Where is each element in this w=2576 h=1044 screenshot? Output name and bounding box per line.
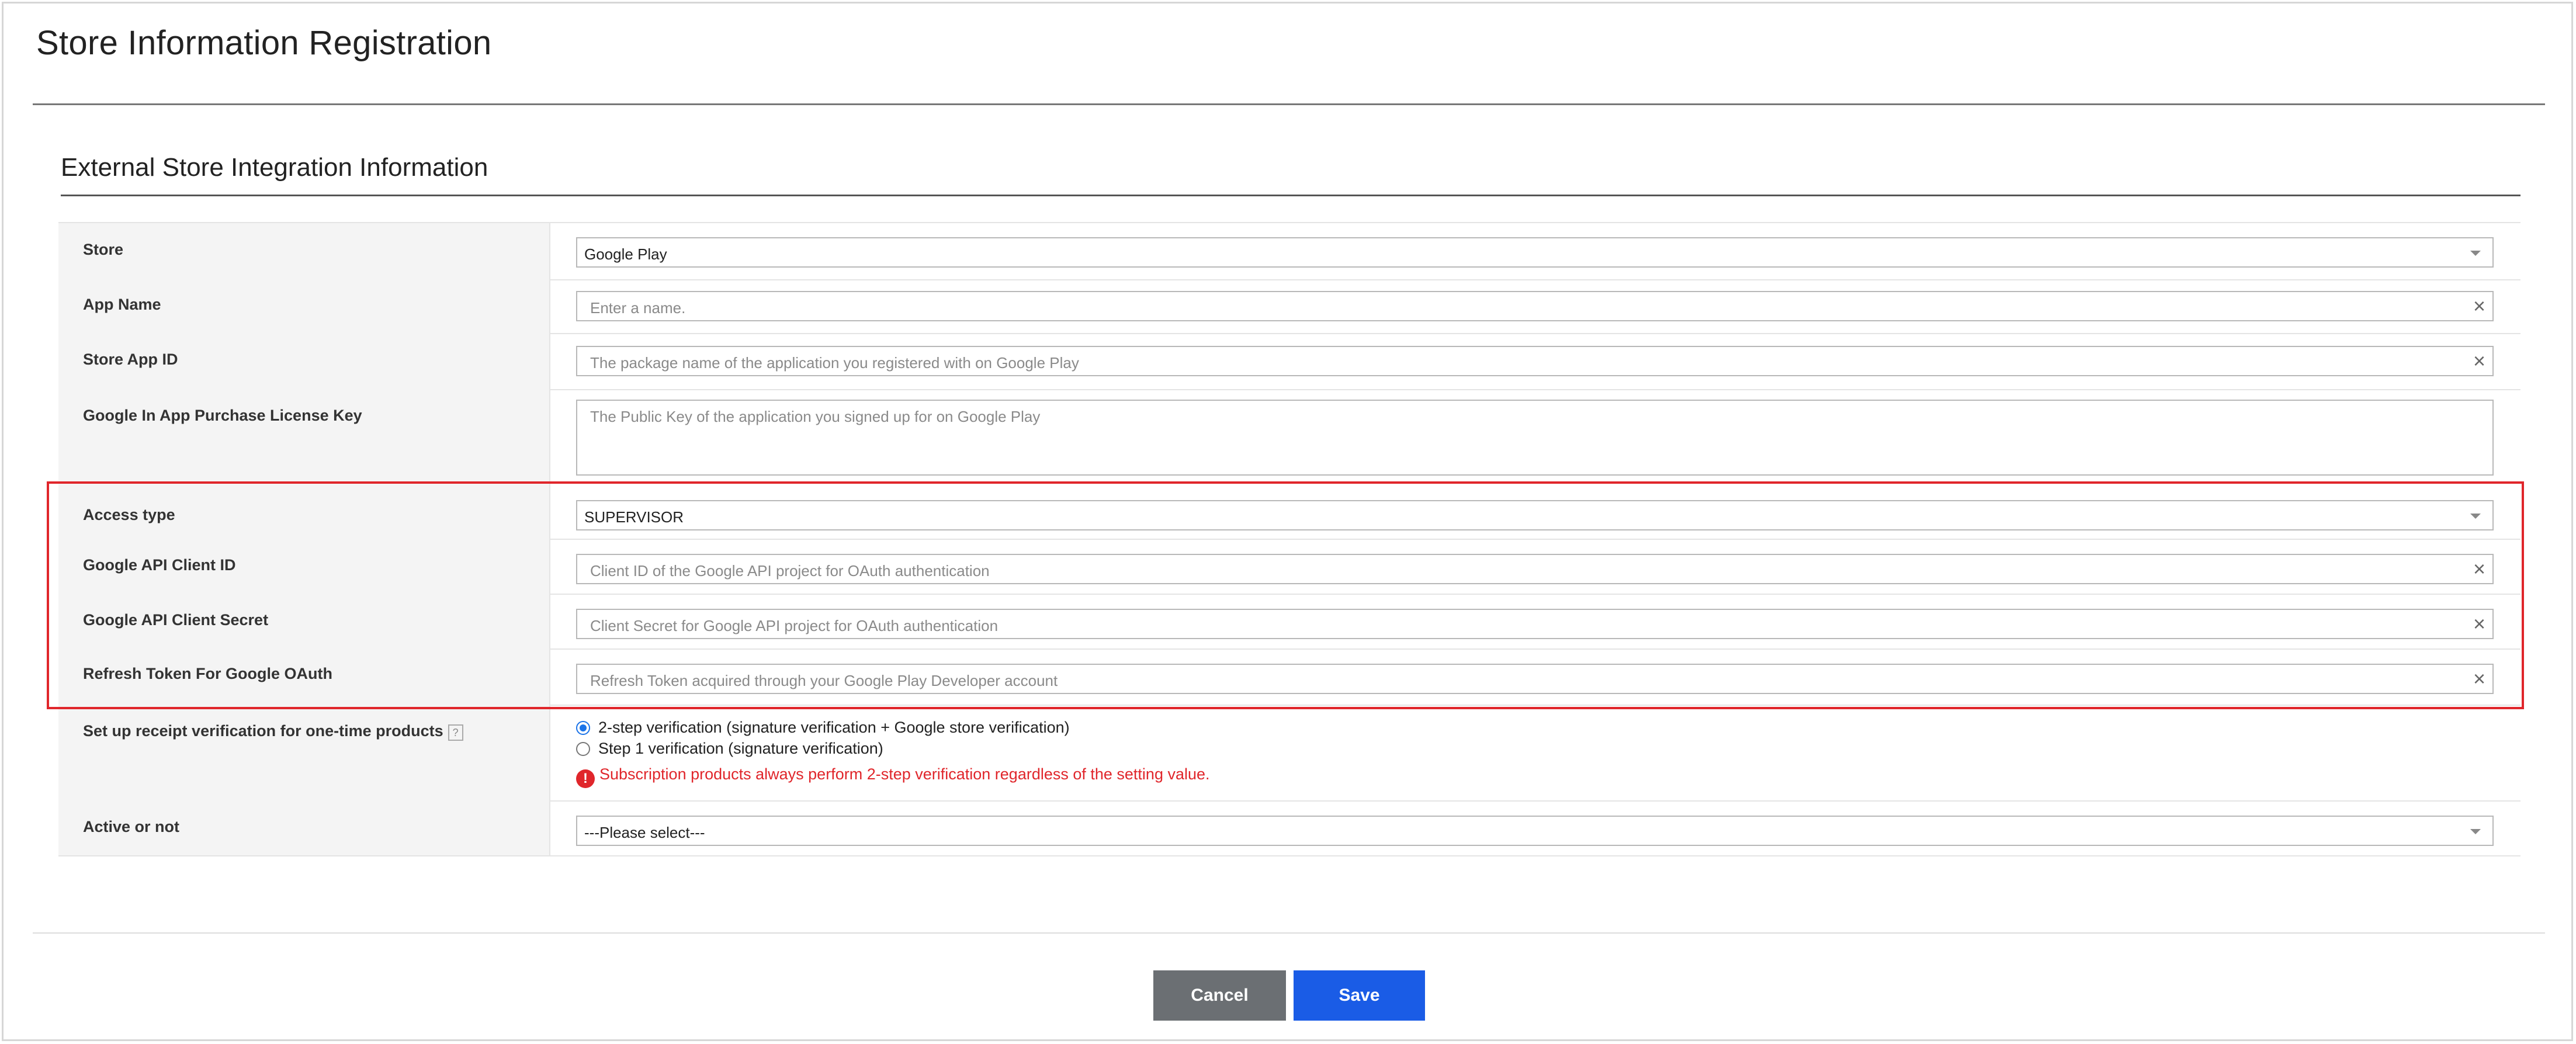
title-divider: [33, 103, 2545, 105]
clear-x-icon[interactable]: ×: [2473, 296, 2485, 317]
radio-option-label: 2-step verification (signature verificat…: [598, 719, 1070, 736]
clear-x-icon[interactable]: ×: [2473, 351, 2485, 372]
active-select[interactable]: ---Please select---: [576, 816, 2494, 846]
app-name-label: App Name: [83, 296, 161, 313]
store-app-id-placeholder: The package name of the application you …: [590, 354, 1079, 372]
receipt-verification-label: Set up receipt verification for one-time…: [83, 722, 443, 740]
license-key-textarea[interactable]: The Public Key of the application you si…: [576, 400, 2494, 476]
radio-option-label: Step 1 verification (signature verificat…: [598, 740, 883, 757]
row-active: Active or not ---Please select---: [58, 800, 2520, 856]
page-title: Store Information Registration: [36, 24, 492, 62]
store-select[interactable]: Google Play: [576, 237, 2494, 268]
store-app-id-input[interactable]: The package name of the application you …: [576, 346, 2494, 376]
save-button[interactable]: Save: [1294, 970, 1425, 1021]
store-label: Store: [83, 241, 124, 258]
exclamation-icon: !: [576, 769, 595, 788]
warning-text: Subscription products always perform 2-s…: [599, 765, 1210, 783]
row-app-name: App Name Enter a name. ×: [58, 278, 2520, 334]
footer-divider: [33, 932, 2545, 934]
store-app-id-label: Store App ID: [83, 351, 178, 368]
row-receipt-verification: Set up receipt verification for one-time…: [58, 705, 2520, 802]
license-key-label: Google In App Purchase License Key: [83, 407, 362, 424]
license-key-placeholder: The Public Key of the application you si…: [590, 408, 1041, 425]
chevron-down-icon: [2470, 829, 2481, 834]
warning-message: ! Subscription products always perform 2-…: [576, 765, 1210, 788]
app-name-input[interactable]: Enter a name. ×: [576, 291, 2494, 321]
row-store: Store Google Play: [58, 222, 2520, 280]
radio-option-2-step[interactable]: 2-step verification (signature verificat…: [576, 719, 1070, 737]
radio-unchecked-icon[interactable]: [576, 742, 590, 756]
store-value: Google Play: [584, 245, 667, 263]
cancel-button[interactable]: Cancel: [1153, 970, 1286, 1021]
row-license-key: Google In App Purchase License Key The P…: [58, 389, 2520, 484]
highlight-box: [47, 481, 2524, 709]
radio-checked-icon[interactable]: [576, 721, 590, 735]
active-label: Active or not: [83, 818, 180, 835]
row-store-app-id: Store App ID The package name of the app…: [58, 333, 2520, 390]
question-icon[interactable]: ?: [448, 724, 463, 741]
radio-option-1-step[interactable]: Step 1 verification (signature verificat…: [576, 740, 883, 758]
app-name-placeholder: Enter a name.: [590, 299, 686, 317]
active-value: ---Please select---: [584, 824, 705, 841]
chevron-down-icon: [2470, 251, 2481, 256]
section-title: External Store Integration Information: [61, 153, 488, 182]
section-divider: [61, 195, 2520, 196]
